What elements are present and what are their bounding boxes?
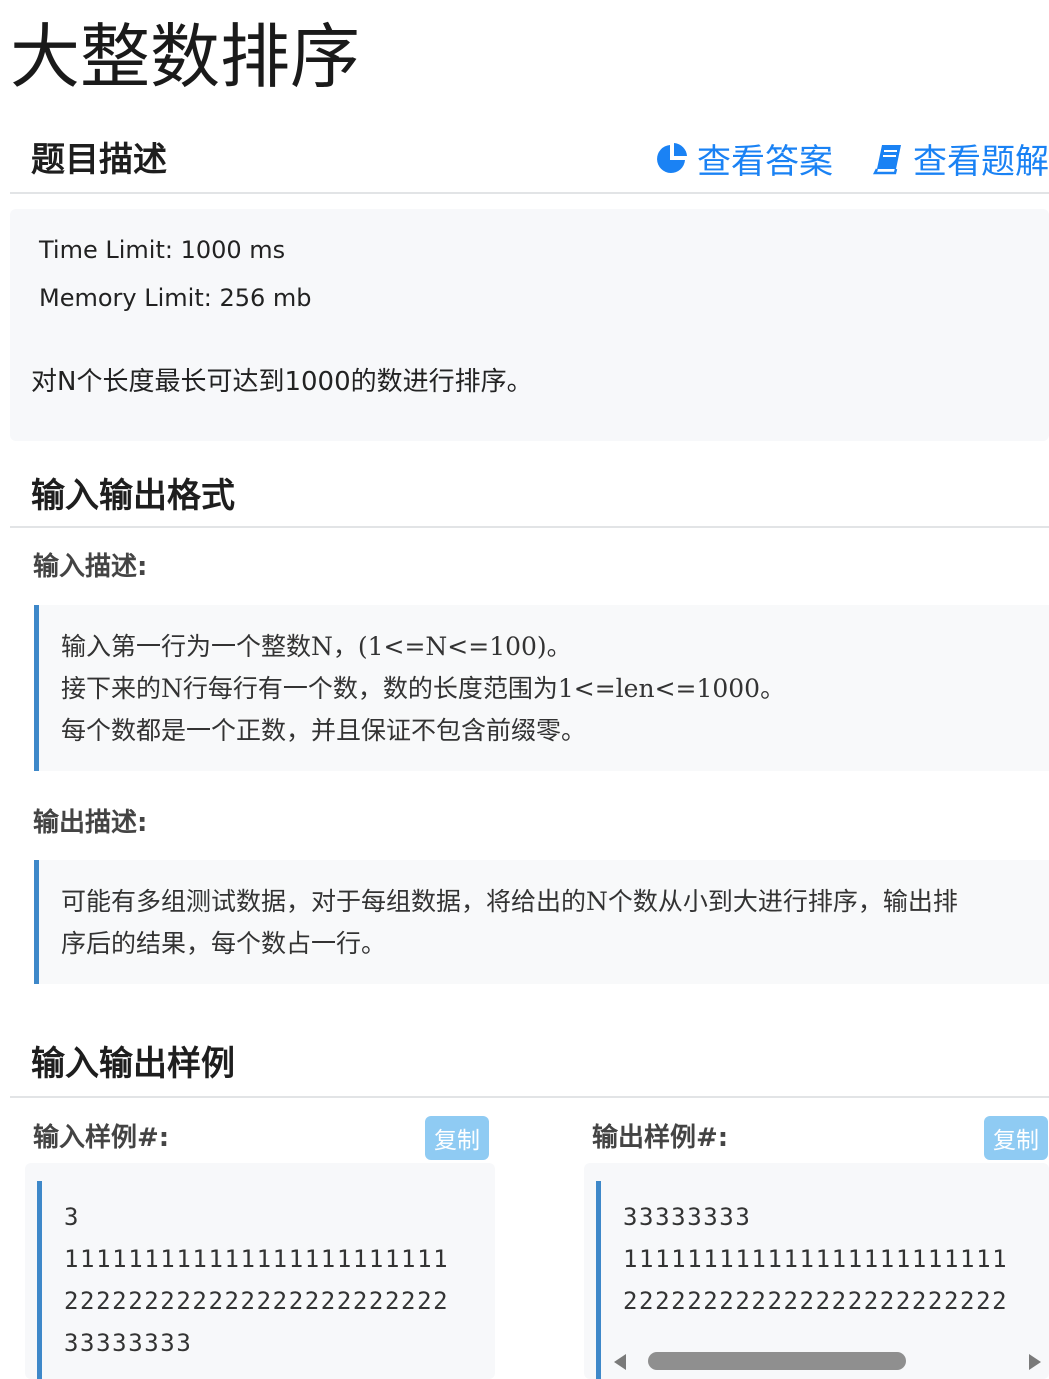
input-sample-line: 111111111111111111111111 bbox=[64, 1245, 450, 1273]
output-sample-line: 222222222222222222222222 bbox=[623, 1287, 1009, 1315]
output-description-block: 可能有多组测试数据，对于每组数据，将给出的N个数从小到大进行排序，输出排 序后的… bbox=[34, 860, 1049, 984]
output-sample-label: 输出样例#: bbox=[592, 1123, 729, 1153]
input-sample-box: 3 111111111111111111111111 2222222222222… bbox=[25, 1163, 495, 1379]
output-sample-code[interactable]: 33333333 111111111111111111111111 222222… bbox=[596, 1181, 1049, 1379]
problem-actions: 查看答案 查看题解 bbox=[655, 134, 1049, 183]
scroll-right-arrow-icon[interactable] bbox=[1029, 1354, 1041, 1370]
problem-description: 对N个长度最长可达到1000的数进行排序。 bbox=[31, 367, 533, 397]
input-sample-line: 33333333 bbox=[64, 1329, 193, 1357]
samples-heading: 输入输出样例 bbox=[31, 1044, 235, 1084]
output-description-line: 序后的结果，每个数占一行。 bbox=[61, 929, 387, 958]
view-answer-link[interactable]: 查看答案 bbox=[655, 134, 833, 183]
output-sample-box: 33333333 111111111111111111111111 222222… bbox=[584, 1163, 1049, 1379]
io-format-section-header: 输入输出格式 bbox=[10, 458, 1049, 528]
output-description-label: 输出描述: bbox=[33, 808, 148, 838]
input-sample-code[interactable]: 3 111111111111111111111111 2222222222222… bbox=[37, 1181, 495, 1379]
input-description-line: 输入第一行为一个整数N，(1<=N<=100)。 bbox=[61, 632, 572, 661]
input-description-block: 输入第一行为一个整数N，(1<=N<=100)。 接下来的N行每行有一个数，数的… bbox=[34, 605, 1049, 771]
problem-heading: 题目描述 bbox=[31, 140, 167, 180]
scroll-left-arrow-icon[interactable] bbox=[614, 1354, 626, 1370]
input-description-label: 输入描述: bbox=[33, 552, 148, 582]
copy-input-button[interactable]: 复制 bbox=[425, 1116, 489, 1160]
output-sample-line: 111111111111111111111111 bbox=[623, 1245, 1009, 1273]
view-solution-label: 查看题解 bbox=[913, 142, 1049, 182]
input-sample-label: 输入样例#: bbox=[33, 1123, 170, 1153]
scrollbar-thumb[interactable] bbox=[648, 1352, 906, 1370]
pie-chart-icon bbox=[657, 142, 687, 173]
memory-limit: Memory Limit: 256 mb bbox=[39, 284, 312, 312]
output-sample-line: 33333333 bbox=[623, 1203, 752, 1231]
input-description-line: 接下来的N行每行有一个数，数的长度范围为1<=len<=1000。 bbox=[61, 674, 786, 703]
time-limit: Time Limit: 1000 ms bbox=[39, 236, 286, 264]
input-sample-line: 3 bbox=[64, 1203, 81, 1231]
problem-section-header: 题目描述 查看答案 查看题解 bbox=[10, 122, 1049, 194]
output-description-line: 可能有多组测试数据，对于每组数据，将给出的N个数从小到大进行排序，输出排 bbox=[61, 887, 958, 916]
copy-output-button[interactable]: 复制 bbox=[984, 1116, 1048, 1160]
book-icon bbox=[872, 144, 901, 174]
view-solution-link[interactable]: 查看题解 bbox=[871, 134, 1049, 183]
input-description-line: 每个数都是一个正数，并且保证不包含前缀零。 bbox=[61, 716, 587, 745]
input-sample-line: 222222222222222222222222 bbox=[64, 1287, 450, 1315]
samples-section-header: 输入输出样例 bbox=[10, 1026, 1049, 1098]
problem-info-box: Time Limit: 1000 ms Memory Limit: 256 mb… bbox=[10, 209, 1049, 441]
view-answer-label: 查看答案 bbox=[697, 142, 833, 182]
horizontal-scrollbar[interactable] bbox=[614, 1351, 1041, 1371]
page-title: 大整数排序 bbox=[10, 16, 360, 98]
io-format-heading: 输入输出格式 bbox=[31, 476, 235, 516]
